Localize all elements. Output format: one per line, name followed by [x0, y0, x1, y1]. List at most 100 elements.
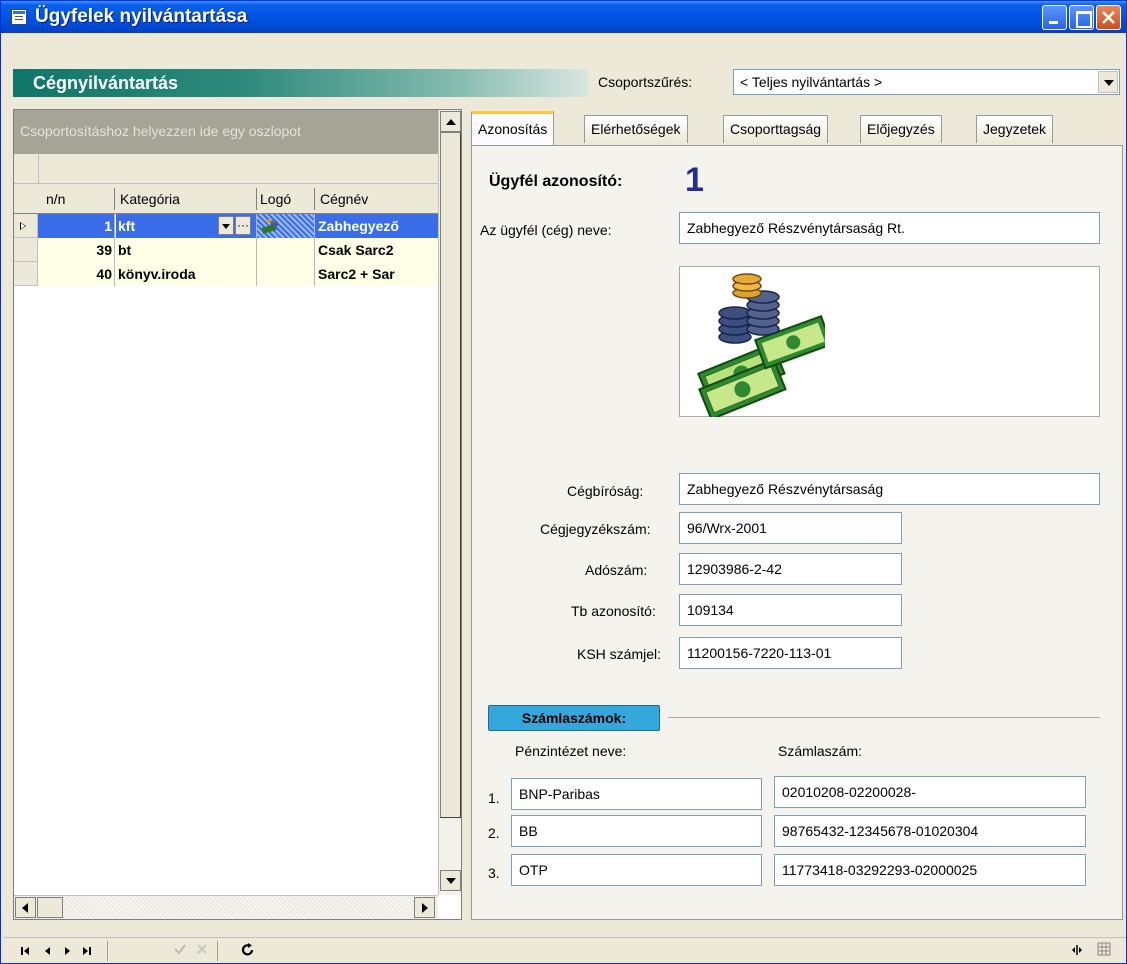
- money-logo-icon: [697, 273, 825, 417]
- bank-name-field[interactable]: BNP-Paribas: [511, 778, 762, 810]
- tax-number-field[interactable]: 12903986-2-42: [679, 553, 902, 585]
- column-separator: [256, 188, 257, 210]
- prev-record-button[interactable]: [39, 942, 57, 960]
- grid-view-icon[interactable]: [1095, 942, 1113, 960]
- table-row[interactable]: 1 kft ··· Zabhegyező: [14, 214, 438, 238]
- company-grid: Csoportosításhoz helyezzen ide egy oszlo…: [13, 109, 462, 920]
- scroll-thumb[interactable]: [440, 132, 461, 818]
- tab-strip: Azonosítás Elérhetőségek Csoporttagság E…: [471, 111, 1123, 145]
- column-header-logo[interactable]: Logó: [260, 191, 291, 207]
- bank-name-field[interactable]: BB: [511, 815, 762, 847]
- minimize-button[interactable]: [1042, 5, 1067, 30]
- cell-divider: [314, 238, 315, 262]
- bank-name-field[interactable]: OTP: [511, 854, 762, 886]
- nav-separator: [217, 941, 218, 961]
- tb-id-label: Tb azonosító:: [571, 603, 656, 619]
- row-selector[interactable]: [14, 214, 38, 238]
- table-row[interactable]: 39 bt Csak Sarc2: [14, 238, 438, 262]
- cell-divider: [314, 214, 315, 238]
- cell-nn[interactable]: 39: [38, 238, 114, 262]
- cancel-icon: [197, 944, 207, 954]
- column-header-nn[interactable]: n/n: [46, 191, 65, 207]
- registry-number-field[interactable]: 96/Wrx-2001: [679, 512, 902, 544]
- account-row-number: 1.: [488, 790, 500, 806]
- maximize-button[interactable]: [1069, 5, 1094, 30]
- splitter-icon[interactable]: [1069, 942, 1087, 960]
- cell-kategoria[interactable]: könyv.iroda: [116, 262, 256, 286]
- next-record-icon: [65, 947, 70, 955]
- group-filter-select[interactable]: < Teljes nyilvántartás >: [733, 69, 1120, 95]
- row-selector[interactable]: [14, 238, 38, 262]
- form-icon: [11, 9, 27, 25]
- account-column-label: Számlaszám:: [778, 743, 863, 759]
- cell-cegnev[interactable]: Sarc2 + Sar: [315, 262, 438, 286]
- cell-kategoria[interactable]: bt: [116, 238, 256, 262]
- cell-logo[interactable]: [257, 262, 314, 286]
- company-name-field[interactable]: Zabhegyező Részvénytársaság Rt.: [679, 212, 1100, 244]
- cell-divider: [114, 262, 115, 286]
- section-title: Cégnyilvántartás: [33, 73, 179, 93]
- column-header-cegnev[interactable]: Cégnév: [320, 191, 368, 207]
- group-by-area[interactable]: Csoportosításhoz helyezzen ide egy oszlo…: [14, 110, 438, 154]
- svg-glyph: [1097, 942, 1111, 956]
- bar-glyph: [89, 947, 91, 955]
- court-field[interactable]: Zabhegyező Részvénytársaság: [679, 473, 1100, 505]
- category-ellipsis-button[interactable]: ···: [235, 216, 251, 235]
- ksh-field[interactable]: 11200156-7220-113-01: [679, 637, 902, 669]
- account-number-field[interactable]: 02010208-02200028-: [774, 776, 1086, 808]
- tab-elerhetosegek[interactable]: Elérhetőségek: [584, 115, 688, 143]
- tab-jegyzetek[interactable]: Jegyzetek: [976, 115, 1054, 143]
- table-row[interactable]: 40 könyv.iroda Sarc2 + Sar: [14, 262, 438, 286]
- first-record-button[interactable]: [17, 942, 35, 960]
- refresh-icon: [241, 943, 254, 956]
- tab-csoporttagsag[interactable]: Csoporttagság: [723, 115, 829, 143]
- cell-nn[interactable]: 40: [38, 262, 114, 286]
- svg-glyph: [1072, 945, 1082, 955]
- row-selector[interactable]: [14, 262, 38, 286]
- logo-image-box[interactable]: [679, 266, 1100, 417]
- column-header-row: n/n Kategória Logó Cégnév: [14, 184, 438, 214]
- scroll-left-button[interactable]: [15, 897, 36, 918]
- window-title: Ügyfelek nyilvántartása: [35, 6, 248, 27]
- check-icon: [174, 944, 186, 955]
- client-id-value: 1: [685, 161, 704, 199]
- money-logo-icon: [261, 219, 278, 234]
- scroll-down-button[interactable]: [440, 870, 461, 891]
- post-edit-button[interactable]: [171, 942, 189, 960]
- account-number-field[interactable]: 11773418-03292293-02000025: [774, 854, 1086, 886]
- cell-divider: [314, 262, 315, 286]
- app-window: Ügyfelek nyilvántartása Cégnyilvántartás…: [0, 0, 1127, 964]
- cell-divider: [256, 238, 257, 262]
- last-record-button[interactable]: [79, 942, 97, 960]
- filter-label: Csoportszűrés:: [598, 74, 693, 90]
- title-bar[interactable]: Ügyfelek nyilvántartása: [1, 1, 1126, 33]
- group-filter-value: < Teljes nyilvántartás >: [740, 74, 883, 90]
- cell-cegnev[interactable]: Zabhegyező: [315, 214, 438, 238]
- tab-elojegyzes[interactable]: Előjegyzés: [860, 115, 942, 143]
- cell-cegnev[interactable]: Csak Sarc2: [315, 238, 438, 262]
- category-dropdown-button[interactable]: [218, 216, 234, 235]
- client-id-label: Ügyfél azonosító:: [489, 173, 623, 190]
- accounts-section-title: Számlaszámok:: [488, 705, 660, 731]
- cell-logo[interactable]: [257, 238, 314, 262]
- account-number-field[interactable]: 98765432-12345678-01020304: [774, 815, 1086, 847]
- cancel-edit-button[interactable]: [193, 942, 211, 960]
- tab-azonositas[interactable]: Azonosítás: [471, 111, 555, 145]
- horizontal-scrollbar[interactable]: [14, 895, 438, 919]
- scroll-right-button[interactable]: [414, 897, 435, 918]
- column-separator: [314, 188, 315, 210]
- tax-number-label: Adószám:: [585, 562, 648, 578]
- vertical-scrollbar[interactable]: [438, 110, 461, 895]
- registry-number-label: Cégjegyzékszám:: [540, 521, 651, 537]
- cell-nn[interactable]: 1: [38, 214, 114, 238]
- refresh-button[interactable]: [239, 942, 257, 960]
- next-record-button[interactable]: [59, 942, 77, 960]
- column-header-kategoria[interactable]: Kategória: [120, 191, 180, 207]
- tb-id-field[interactable]: 109134: [679, 594, 902, 626]
- scroll-thumb-horizontal[interactable]: [37, 897, 63, 918]
- chevron-down-icon[interactable]: [1098, 71, 1118, 93]
- section-header: Cégnyilvántartás: [13, 69, 588, 97]
- column-separator: [114, 188, 115, 210]
- scroll-up-button[interactable]: [440, 111, 461, 132]
- close-button[interactable]: [1096, 5, 1121, 30]
